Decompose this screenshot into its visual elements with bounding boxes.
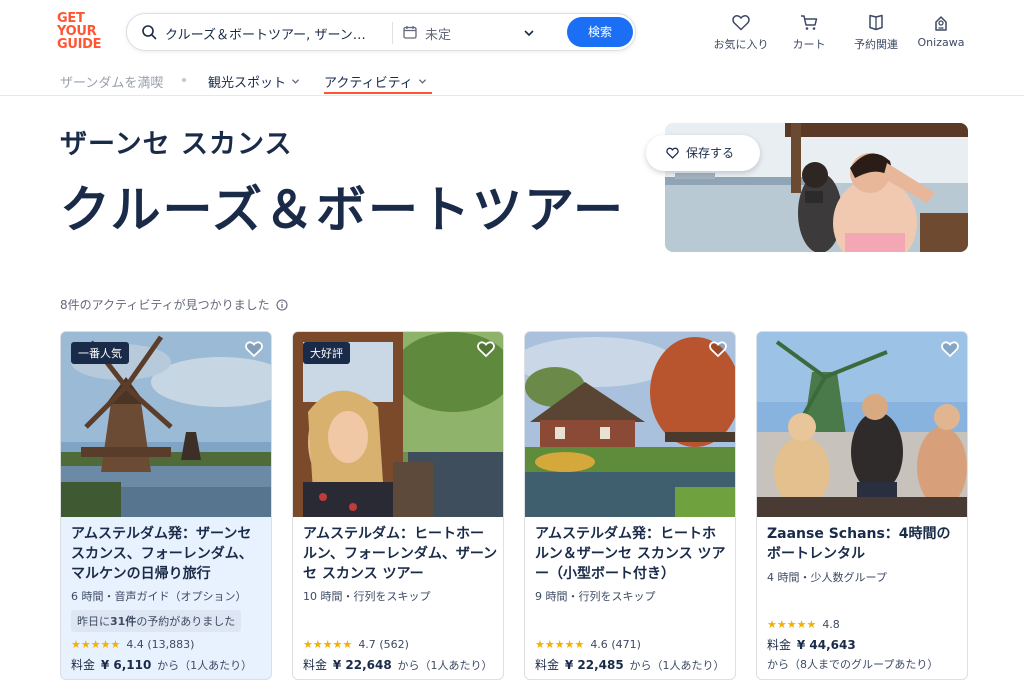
activity-rating: ★★★★★ 4.7 (562) [303,638,409,651]
ticket-icon [869,14,883,31]
activity-price: 料金 ¥ 44,643 [767,636,858,653]
price-suffix: から（1人あたり） [397,659,493,672]
date-picker[interactable]: 未定 [425,24,451,43]
location-title: ザーンセ スカンス [60,129,293,160]
heart-icon [732,15,750,31]
info-icon[interactable] [276,299,288,311]
calendar-icon [403,26,417,39]
result-count-text: 8件のアクティビティが見つかりました [60,298,270,312]
header-profile[interactable]: Onizawa [914,14,968,49]
header-wishlist-label: お気に入り [713,38,769,51]
nav-activities-label: アクティビティ [324,76,413,91]
review-count: (13,883) [147,638,195,651]
chevron-down-icon[interactable] [523,27,535,39]
price-suffix: から（1人あたり） [157,659,253,672]
chevron-down-icon [418,79,426,84]
booking-note: 昨日に31件の予約がありました [71,610,242,632]
header-profile-label: Onizawa [917,36,965,49]
rating-value: 4.4 [126,638,144,651]
price-suffix: から（8人までのグループあたり） [767,658,939,671]
activity-meta: 9 時間・行列をスキップ [535,590,656,603]
nav-activities[interactable]: アクティビティ [324,72,427,91]
activity-meta: 6 時間・音声ガイド（オプション） [71,590,247,603]
header-cart[interactable]: カート [786,14,832,52]
price-value: ¥ 22,648 [332,658,392,672]
popularity-badge: 大好評 [303,342,350,364]
price-value: ¥ 22,485 [564,658,624,672]
rating-value: 4.7 [358,638,376,651]
chevron-down-icon [291,79,300,84]
header-bookings-label: 予約関連 [854,38,898,51]
logo-line-3: GUIDE [57,37,102,52]
price-value: ¥ 6,110 [100,658,152,672]
activity-image [757,332,967,517]
header-cart-label: カート [792,38,826,51]
activity-price-suffix: から（8人までのグループあたり） [767,656,938,672]
page-title: クルーズ＆ボートツアー [60,181,625,239]
search-bar[interactable]: クルーズ＆ボートツアー, ザーン… 未定 検索 [126,13,636,51]
search-icon [142,25,157,40]
cart-icon [801,15,818,30]
header-bookings[interactable]: 予約関連 [848,14,904,52]
price-label: 料金 [767,638,792,652]
search-divider [392,22,393,44]
result-count: 8件のアクティビティが見つかりました [60,296,288,313]
activity-rating: ★★★★★ 4.4 (13,883) [71,638,194,651]
popularity-badge: 一番人気 [71,342,129,364]
nav-sights[interactable]: 観光スポット [208,72,300,91]
rating-value: 4.8 [822,618,840,631]
rating-value: 4.6 [590,638,608,651]
activity-card[interactable]: アムステルダム発：ヒートホルン＆ザーンセ スカンス ツアー（小型ボート付き） 9… [524,331,736,680]
header-divider [0,95,1024,96]
breadcrumb[interactable]: ザーンダムを満喫 [60,72,163,91]
activity-rating: ★★★★★ 4.8 [767,618,840,631]
search-button[interactable]: 検索 [567,17,633,47]
activity-price: 料金 ¥ 22,485 から（1人あたり） [535,656,725,673]
getyourguide-logo[interactable]: GET YOUR GUIDE [57,12,109,51]
heart-icon[interactable] [709,340,727,358]
heart-icon [666,147,679,159]
star-rating-icon: ★★★★★ [71,638,121,651]
activity-price: 料金 ¥ 22,648 から（1人あたり） [303,656,493,673]
booking-note-suffix: の予約がありました [136,615,236,628]
price-suffix: から（1人あたり） [629,659,725,672]
price-label: 料金 [535,658,560,672]
review-count: (562) [379,638,409,651]
activity-meta: 10 時間・行列をスキップ [303,590,431,603]
activity-title[interactable]: アムステルダム：ヒートホールン、フォーレンダム、ザーンセ スカンス ツアー [303,524,498,584]
nav-sights-label: 観光スポット [208,76,287,91]
booking-note-count: 31件 [110,615,137,628]
search-input[interactable]: クルーズ＆ボートツアー, ザーン… [165,24,380,43]
activity-title[interactable]: アムステルダム発：ヒートホルン＆ザーンセ スカンス ツアー（小型ボート付き） [535,524,730,584]
save-button-label: 保存する [686,146,735,160]
star-rating-icon: ★★★★★ [303,638,353,651]
activity-rating: ★★★★★ 4.6 (471) [535,638,641,651]
price-label: 料金 [303,658,328,672]
breadcrumb-separator [182,78,186,82]
review-count: (471) [611,638,641,651]
price-label: 料金 [71,658,96,672]
header-wishlist[interactable]: お気に入り [712,14,770,52]
activity-image [525,332,735,517]
booking-note-prefix: 昨日に [77,615,110,628]
activity-card[interactable]: 一番人気 アムステルダム発：ザーンセ スカンス、フォーレンダム、マルケンの日帰り… [60,331,272,680]
save-button[interactable]: 保存する [646,135,760,171]
activity-price: 料金 ¥ 6,110 から（1人あたり） [71,656,252,673]
price-value: ¥ 44,643 [796,638,856,652]
active-tab-underline [324,92,432,94]
activity-title[interactable]: アムステルダム発：ザーンセ スカンス、フォーレンダム、マルケンの日帰り旅行 [71,524,266,584]
user-icon [935,16,947,31]
activity-card[interactable]: Zaanse Schans：4時間のボートレンタル 4 時間・少人数グループ ★… [756,331,968,680]
star-rating-icon: ★★★★★ [535,638,585,651]
heart-icon[interactable] [245,340,263,358]
heart-icon[interactable] [477,340,495,358]
star-rating-icon: ★★★★★ [767,618,817,631]
activity-card[interactable]: 大好評 アムステルダム：ヒートホールン、フォーレンダム、ザーンセ スカンス ツア… [292,331,504,680]
activity-meta: 4 時間・少人数グループ [767,571,887,584]
heart-icon[interactable] [941,340,959,358]
activity-title[interactable]: Zaanse Schans：4時間のボートレンタル [767,524,962,564]
